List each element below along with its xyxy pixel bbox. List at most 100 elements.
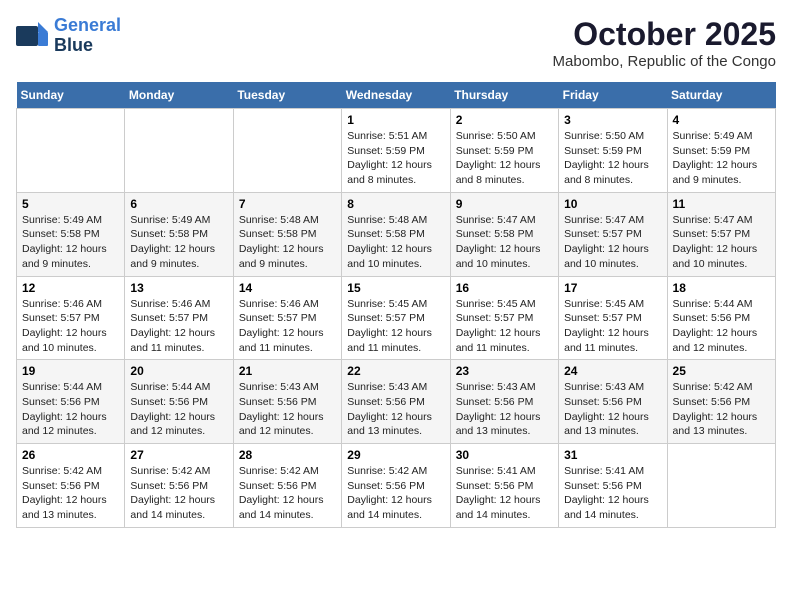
day-number-5: 5 bbox=[22, 197, 119, 211]
day-number-8: 8 bbox=[347, 197, 444, 211]
calendar-day-3: 3 Sunrise: 5:50 AMSunset: 5:59 PMDaylight… bbox=[559, 109, 667, 193]
calendar-empty-cell bbox=[17, 109, 125, 193]
weekday-header-row: SundayMondayTuesdayWednesdayThursdayFrid… bbox=[17, 82, 776, 109]
calendar-empty-cell bbox=[233, 109, 341, 193]
calendar-week-5: 26 Sunrise: 5:42 AMSunset: 5:56 PMDayligh… bbox=[17, 444, 776, 528]
logo-text: General Blue bbox=[54, 16, 121, 56]
calendar-day-15: 15Sunrise: 5:45 AMSunset: 5:57 PMDayligh… bbox=[342, 276, 450, 360]
day-info-31: Sunrise: 5:41 AMSunset: 5:56 PMDaylight:… bbox=[564, 464, 661, 523]
day-info-14: Sunrise: 5:46 AMSunset: 5:57 PMDaylight:… bbox=[239, 297, 336, 356]
calendar-day-26: 26 Sunrise: 5:42 AMSunset: 5:56 PMDayligh… bbox=[17, 444, 125, 528]
calendar-day-30: 30 Sunrise: 5:41 AMSunset: 5:56 PMDayligh… bbox=[450, 444, 558, 528]
calendar-day-18: 18 Sunrise: 5:44 AMSunset: 5:56 PMDayligh… bbox=[667, 276, 775, 360]
weekday-header-wednesday: Wednesday bbox=[342, 82, 450, 109]
title-block: October 2025 Mabombo, Republic of the Co… bbox=[553, 16, 776, 70]
calendar-week-3: 12Sunrise: 5:46 AMSunset: 5:57 PMDayligh… bbox=[17, 276, 776, 360]
calendar-week-1: 1 Sunrise: 5:51 AMSunset: 5:59 PMDaylight… bbox=[17, 109, 776, 193]
day-number-13: 13 bbox=[130, 281, 227, 295]
day-number-27: 27 bbox=[130, 448, 227, 462]
day-info-26: Sunrise: 5:42 AMSunset: 5:56 PMDaylight:… bbox=[22, 464, 119, 523]
weekday-header-saturday: Saturday bbox=[667, 82, 775, 109]
weekday-header-tuesday: Tuesday bbox=[233, 82, 341, 109]
page-header: General Blue October 2025 Mabombo, Repub… bbox=[16, 16, 776, 70]
day-info-9: Sunrise: 5:47 AMSunset: 5:58 PMDaylight:… bbox=[456, 213, 553, 272]
day-info-18: Sunrise: 5:44 AMSunset: 5:56 PMDaylight:… bbox=[673, 297, 770, 356]
day-info-22: Sunrise: 5:43 AMSunset: 5:56 PMDaylight:… bbox=[347, 380, 444, 439]
day-number-20: 20 bbox=[130, 364, 227, 378]
day-number-1: 1 bbox=[347, 113, 444, 127]
day-number-18: 18 bbox=[673, 281, 770, 295]
day-number-9: 9 bbox=[456, 197, 553, 211]
logo: General Blue bbox=[16, 16, 121, 56]
day-number-25: 25 bbox=[673, 364, 770, 378]
day-info-4: Sunrise: 5:49 AMSunset: 5:59 PMDaylight:… bbox=[673, 129, 770, 188]
day-info-7: Sunrise: 5:48 AMSunset: 5:58 PMDaylight:… bbox=[239, 213, 336, 272]
calendar-day-16: 16 Sunrise: 5:45 AMSunset: 5:57 PMDayligh… bbox=[450, 276, 558, 360]
weekday-header-sunday: Sunday bbox=[17, 82, 125, 109]
day-info-29: Sunrise: 5:42 AMSunset: 5:56 PMDaylight:… bbox=[347, 464, 444, 523]
month-title: October 2025 bbox=[553, 16, 776, 53]
day-number-21: 21 bbox=[239, 364, 336, 378]
calendar-day-17: 17Sunrise: 5:45 AMSunset: 5:57 PMDayligh… bbox=[559, 276, 667, 360]
calendar-day-5: 5 Sunrise: 5:49 AMSunset: 5:58 PMDaylight… bbox=[17, 192, 125, 276]
day-info-25: Sunrise: 5:42 AMSunset: 5:56 PMDaylight:… bbox=[673, 380, 770, 439]
day-number-14: 14 bbox=[239, 281, 336, 295]
day-number-4: 4 bbox=[673, 113, 770, 127]
day-number-24: 24 bbox=[564, 364, 661, 378]
calendar-day-29: 29 Sunrise: 5:42 AMSunset: 5:56 PMDayligh… bbox=[342, 444, 450, 528]
day-info-30: Sunrise: 5:41 AMSunset: 5:56 PMDaylight:… bbox=[456, 464, 553, 523]
day-number-31: 31 bbox=[564, 448, 661, 462]
day-number-7: 7 bbox=[239, 197, 336, 211]
calendar-day-22: 22 Sunrise: 5:43 AMSunset: 5:56 PMDayligh… bbox=[342, 360, 450, 444]
day-info-2: Sunrise: 5:50 AMSunset: 5:59 PMDaylight:… bbox=[456, 129, 553, 188]
calendar-day-10: 10Sunrise: 5:47 AMSunset: 5:57 PMDayligh… bbox=[559, 192, 667, 276]
day-number-29: 29 bbox=[347, 448, 444, 462]
calendar-day-4: 4 Sunrise: 5:49 AMSunset: 5:59 PMDaylight… bbox=[667, 109, 775, 193]
day-info-10: Sunrise: 5:47 AMSunset: 5:57 PMDaylight:… bbox=[564, 213, 661, 272]
calendar-day-20: 20 Sunrise: 5:44 AMSunset: 5:56 PMDayligh… bbox=[125, 360, 233, 444]
weekday-header-friday: Friday bbox=[559, 82, 667, 109]
day-info-5: Sunrise: 5:49 AMSunset: 5:58 PMDaylight:… bbox=[22, 213, 119, 272]
day-number-17: 17 bbox=[564, 281, 661, 295]
calendar-day-21: 21 Sunrise: 5:43 AMSunset: 5:56 PMDayligh… bbox=[233, 360, 341, 444]
day-info-19: Sunrise: 5:44 AMSunset: 5:56 PMDaylight:… bbox=[22, 380, 119, 439]
day-number-28: 28 bbox=[239, 448, 336, 462]
day-number-6: 6 bbox=[130, 197, 227, 211]
calendar-week-4: 19Sunrise: 5:44 AMSunset: 5:56 PMDayligh… bbox=[17, 360, 776, 444]
day-info-3: Sunrise: 5:50 AMSunset: 5:59 PMDaylight:… bbox=[564, 129, 661, 188]
day-info-23: Sunrise: 5:43 AMSunset: 5:56 PMDaylight:… bbox=[456, 380, 553, 439]
day-number-30: 30 bbox=[456, 448, 553, 462]
day-number-3: 3 bbox=[564, 113, 661, 127]
day-info-20: Sunrise: 5:44 AMSunset: 5:56 PMDaylight:… bbox=[130, 380, 227, 439]
calendar-day-2: 2 Sunrise: 5:50 AMSunset: 5:59 PMDaylight… bbox=[450, 109, 558, 193]
calendar-day-1: 1 Sunrise: 5:51 AMSunset: 5:59 PMDaylight… bbox=[342, 109, 450, 193]
weekday-header-monday: Monday bbox=[125, 82, 233, 109]
weekday-header-thursday: Thursday bbox=[450, 82, 558, 109]
day-info-16: Sunrise: 5:45 AMSunset: 5:57 PMDaylight:… bbox=[456, 297, 553, 356]
calendar-empty-cell bbox=[667, 444, 775, 528]
day-number-26: 26 bbox=[22, 448, 119, 462]
calendar-day-19: 19Sunrise: 5:44 AMSunset: 5:56 PMDayligh… bbox=[17, 360, 125, 444]
day-info-8: Sunrise: 5:48 AMSunset: 5:58 PMDaylight:… bbox=[347, 213, 444, 272]
day-info-13: Sunrise: 5:46 AMSunset: 5:57 PMDaylight:… bbox=[130, 297, 227, 356]
calendar-day-6: 6 Sunrise: 5:49 AMSunset: 5:58 PMDaylight… bbox=[125, 192, 233, 276]
day-info-21: Sunrise: 5:43 AMSunset: 5:56 PMDaylight:… bbox=[239, 380, 336, 439]
day-number-22: 22 bbox=[347, 364, 444, 378]
day-info-1: Sunrise: 5:51 AMSunset: 5:59 PMDaylight:… bbox=[347, 129, 444, 188]
calendar-day-28: 28 Sunrise: 5:42 AMSunset: 5:56 PMDayligh… bbox=[233, 444, 341, 528]
day-info-6: Sunrise: 5:49 AMSunset: 5:58 PMDaylight:… bbox=[130, 213, 227, 272]
day-number-16: 16 bbox=[456, 281, 553, 295]
day-info-28: Sunrise: 5:42 AMSunset: 5:56 PMDaylight:… bbox=[239, 464, 336, 523]
calendar-day-12: 12Sunrise: 5:46 AMSunset: 5:57 PMDayligh… bbox=[17, 276, 125, 360]
day-number-23: 23 bbox=[456, 364, 553, 378]
calendar-day-13: 13 Sunrise: 5:46 AMSunset: 5:57 PMDayligh… bbox=[125, 276, 233, 360]
day-info-15: Sunrise: 5:45 AMSunset: 5:57 PMDaylight:… bbox=[347, 297, 444, 356]
calendar-day-27: 27Sunrise: 5:42 AMSunset: 5:56 PMDayligh… bbox=[125, 444, 233, 528]
calendar-week-2: 5 Sunrise: 5:49 AMSunset: 5:58 PMDaylight… bbox=[17, 192, 776, 276]
logo-icon bbox=[16, 22, 48, 50]
calendar-day-23: 23 Sunrise: 5:43 AMSunset: 5:56 PMDayligh… bbox=[450, 360, 558, 444]
calendar-day-14: 14 Sunrise: 5:46 AMSunset: 5:57 PMDayligh… bbox=[233, 276, 341, 360]
day-number-2: 2 bbox=[456, 113, 553, 127]
calendar-day-8: 8 Sunrise: 5:48 AMSunset: 5:58 PMDaylight… bbox=[342, 192, 450, 276]
day-info-11: Sunrise: 5:47 AMSunset: 5:57 PMDaylight:… bbox=[673, 213, 770, 272]
